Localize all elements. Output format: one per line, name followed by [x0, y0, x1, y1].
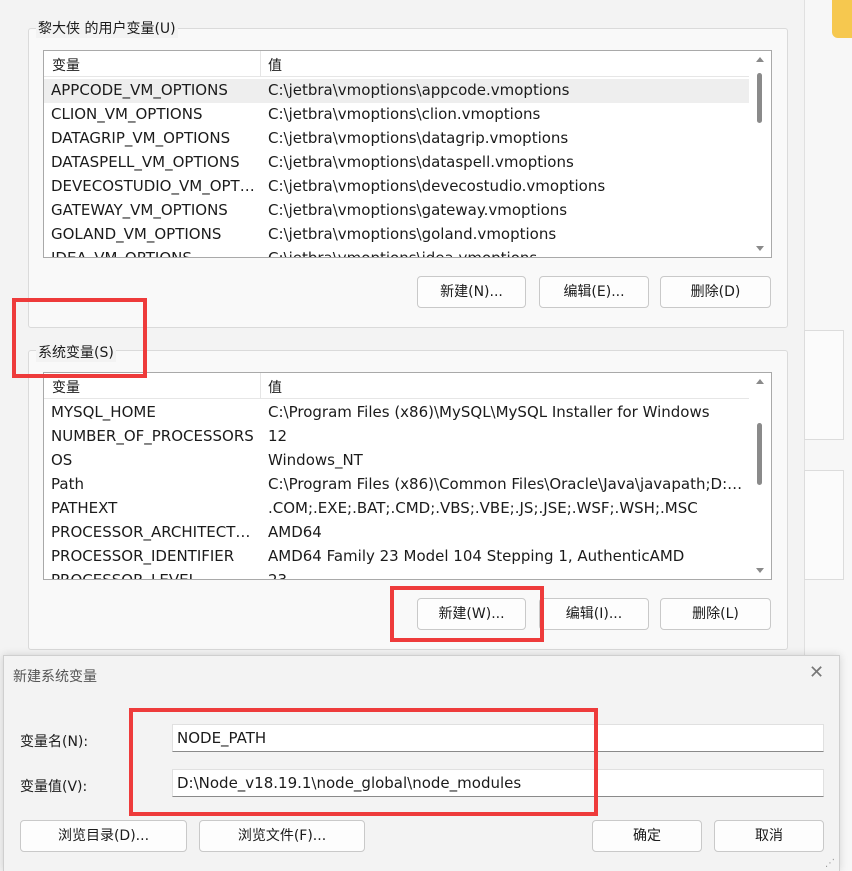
vertical-scrollbar[interactable]	[749, 51, 771, 257]
background-panel	[804, 470, 844, 580]
highlight-system-variables	[12, 298, 147, 378]
row-name: CLION_VM_OPTIONS	[51, 105, 203, 123]
row-name: PROCESSOR_LEVEL	[51, 571, 197, 580]
table-row[interactable]: CLION_VM_OPTIONS C:\jetbra\vmoptions\clio…	[44, 103, 750, 127]
scroll-down-icon[interactable]	[756, 568, 764, 573]
scroll-up-icon[interactable]	[756, 57, 764, 62]
row-name: DATAGRIP_VM_OPTIONS	[51, 129, 231, 147]
scroll-down-icon[interactable]	[756, 246, 764, 251]
table-row[interactable]: PATHEXT .COM;.EXE;.BAT;.CMD;.VBS;.VBE;.JS…	[44, 497, 750, 521]
column-header-value[interactable]: 值	[268, 377, 282, 397]
table-row[interactable]: APPCODE_VM_OPTIONS C:\jetbra\vmoptions\ap…	[44, 79, 750, 103]
user-variables-list[interactable]: 变量 值 APPCODE_VM_OPTIONS C:\jetbra\vmoptio…	[43, 50, 772, 258]
row-name: PROCESSOR_ARCHITECTURE	[51, 523, 256, 541]
row-name: Path	[51, 475, 84, 493]
user-edit-button[interactable]: 编辑(E)...	[539, 276, 649, 308]
row-name: DEVECOSTUDIO_VM_OPTI...	[51, 177, 256, 195]
row-name: GOLAND_VM_OPTIONS	[51, 225, 222, 243]
user-delete-button[interactable]: 删除(D)	[660, 276, 771, 308]
table-row[interactable]: DEVECOSTUDIO_VM_OPTI... C:\jetbra\vmoptio…	[44, 175, 750, 199]
row-name: NUMBER_OF_PROCESSORS	[51, 427, 254, 445]
highlight-input-fields	[129, 708, 598, 816]
table-row[interactable]: GATEWAY_VM_OPTIONS C:\jetbra\vmoptions\ga…	[44, 199, 750, 223]
user-variables-label: 黎大侠 的用户变量(U)	[36, 18, 178, 38]
column-header-name[interactable]: 变量	[52, 377, 80, 397]
row-value: C:\jetbra\vmoptions\appcode.vmoptions	[268, 81, 570, 99]
vertical-scrollbar[interactable]	[749, 373, 771, 579]
variable-name-label: 变量名(N):	[20, 734, 89, 750]
background-panel	[804, 330, 844, 440]
row-name: GATEWAY_VM_OPTIONS	[51, 201, 228, 219]
row-value: C:\jetbra\vmoptions\dataspell.vmoptions	[268, 153, 574, 171]
table-row[interactable]: OS Windows_NT	[44, 449, 750, 473]
row-value: AMD64	[268, 523, 322, 541]
table-row[interactable]: Path C:\Program Files (x86)\Common Files\…	[44, 473, 750, 497]
dialog-title: 新建系统变量	[13, 669, 97, 685]
row-value: C:\jetbra\vmoptions\devecostudio.vmoptio…	[268, 177, 606, 195]
column-header-name[interactable]: 变量	[52, 55, 80, 75]
row-name: PROCESSOR_IDENTIFIER	[51, 547, 235, 565]
row-name: DATASPELL_VM_OPTIONS	[51, 153, 240, 171]
close-icon[interactable]: ✕	[809, 664, 824, 682]
table-row[interactable]: DATAGRIP_VM_OPTIONS C:\jetbra\vmoptions\d…	[44, 127, 750, 151]
row-value: C:\jetbra\vmoptions\idea.vmoptions	[268, 249, 538, 258]
column-header-value[interactable]: 值	[268, 55, 282, 75]
table-row[interactable]: MYSQL_HOME C:\Program Files (x86)\MySQL\M…	[44, 401, 750, 425]
ok-button[interactable]: 确定	[592, 820, 702, 852]
row-value: C:\Program Files (x86)\Common Files\Orac…	[268, 475, 746, 493]
list-header: 变量 值	[44, 373, 750, 399]
scrollbar-thumb[interactable]	[757, 423, 762, 485]
table-row[interactable]: PROCESSOR_LEVEL 23	[44, 569, 750, 580]
background-yellow-tile	[832, 0, 852, 38]
highlight-new-button	[390, 586, 544, 642]
table-row[interactable]: PROCESSOR_ARCHITECTURE AMD64	[44, 521, 750, 545]
column-divider	[260, 373, 261, 399]
table-row[interactable]: DATASPELL_VM_OPTIONS C:\jetbra\vmoptions\…	[44, 151, 750, 175]
variable-value-label: 变量值(V):	[20, 779, 88, 795]
row-value: C:\jetbra\vmoptions\goland.vmoptions	[268, 225, 557, 243]
list-header: 变量 值	[44, 51, 750, 77]
column-divider	[260, 51, 261, 77]
cancel-button[interactable]: 取消	[714, 820, 824, 852]
browse-file-button[interactable]: 浏览文件(F)...	[199, 820, 365, 852]
system-variables-list[interactable]: 变量 值 MYSQL_HOME C:\Program Files (x86)\My…	[43, 372, 772, 580]
table-row[interactable]: PROCESSOR_IDENTIFIER AMD64 Family 23 Mode…	[44, 545, 750, 569]
row-value: C:\Program Files (x86)\MySQL\MySQL Insta…	[268, 403, 710, 421]
row-name: IDEA_VM_OPTIONS	[51, 249, 192, 258]
browse-directory-button[interactable]: 浏览目录(D)...	[20, 820, 187, 852]
row-value: C:\jetbra\vmoptions\gateway.vmoptions	[268, 201, 568, 219]
row-value: C:\jetbra\vmoptions\datagrip.vmoptions	[268, 129, 569, 147]
resize-grip-icon[interactable]: ⋰	[825, 858, 835, 869]
row-value: Windows_NT	[268, 451, 363, 469]
row-name: PATHEXT	[51, 499, 118, 517]
system-delete-button[interactable]: 删除(L)	[660, 598, 771, 630]
system-edit-button[interactable]: 编辑(I)...	[539, 598, 649, 630]
row-value: .COM;.EXE;.BAT;.CMD;.VBS;.VBE;.JS;.JSE;.…	[268, 499, 698, 517]
table-row[interactable]: GOLAND_VM_OPTIONS C:\jetbra\vmoptions\gol…	[44, 223, 750, 247]
user-new-button[interactable]: 新建(N)...	[417, 276, 526, 308]
table-row[interactable]: NUMBER_OF_PROCESSORS 12	[44, 425, 750, 449]
row-value: C:\jetbra\vmoptions\clion.vmoptions	[268, 105, 541, 123]
row-value: 12	[268, 427, 288, 445]
scroll-up-icon[interactable]	[756, 379, 764, 384]
row-value: AMD64 Family 23 Model 104 Stepping 1, Au…	[268, 547, 685, 565]
row-name: MYSQL_HOME	[51, 403, 156, 421]
row-name: OS	[51, 451, 73, 469]
row-name: APPCODE_VM_OPTIONS	[51, 81, 228, 99]
scrollbar-thumb[interactable]	[757, 73, 762, 123]
table-row[interactable]: IDEA_VM_OPTIONS C:\jetbra\vmoptions\idea.…	[44, 247, 750, 258]
row-value: 23	[268, 571, 288, 580]
